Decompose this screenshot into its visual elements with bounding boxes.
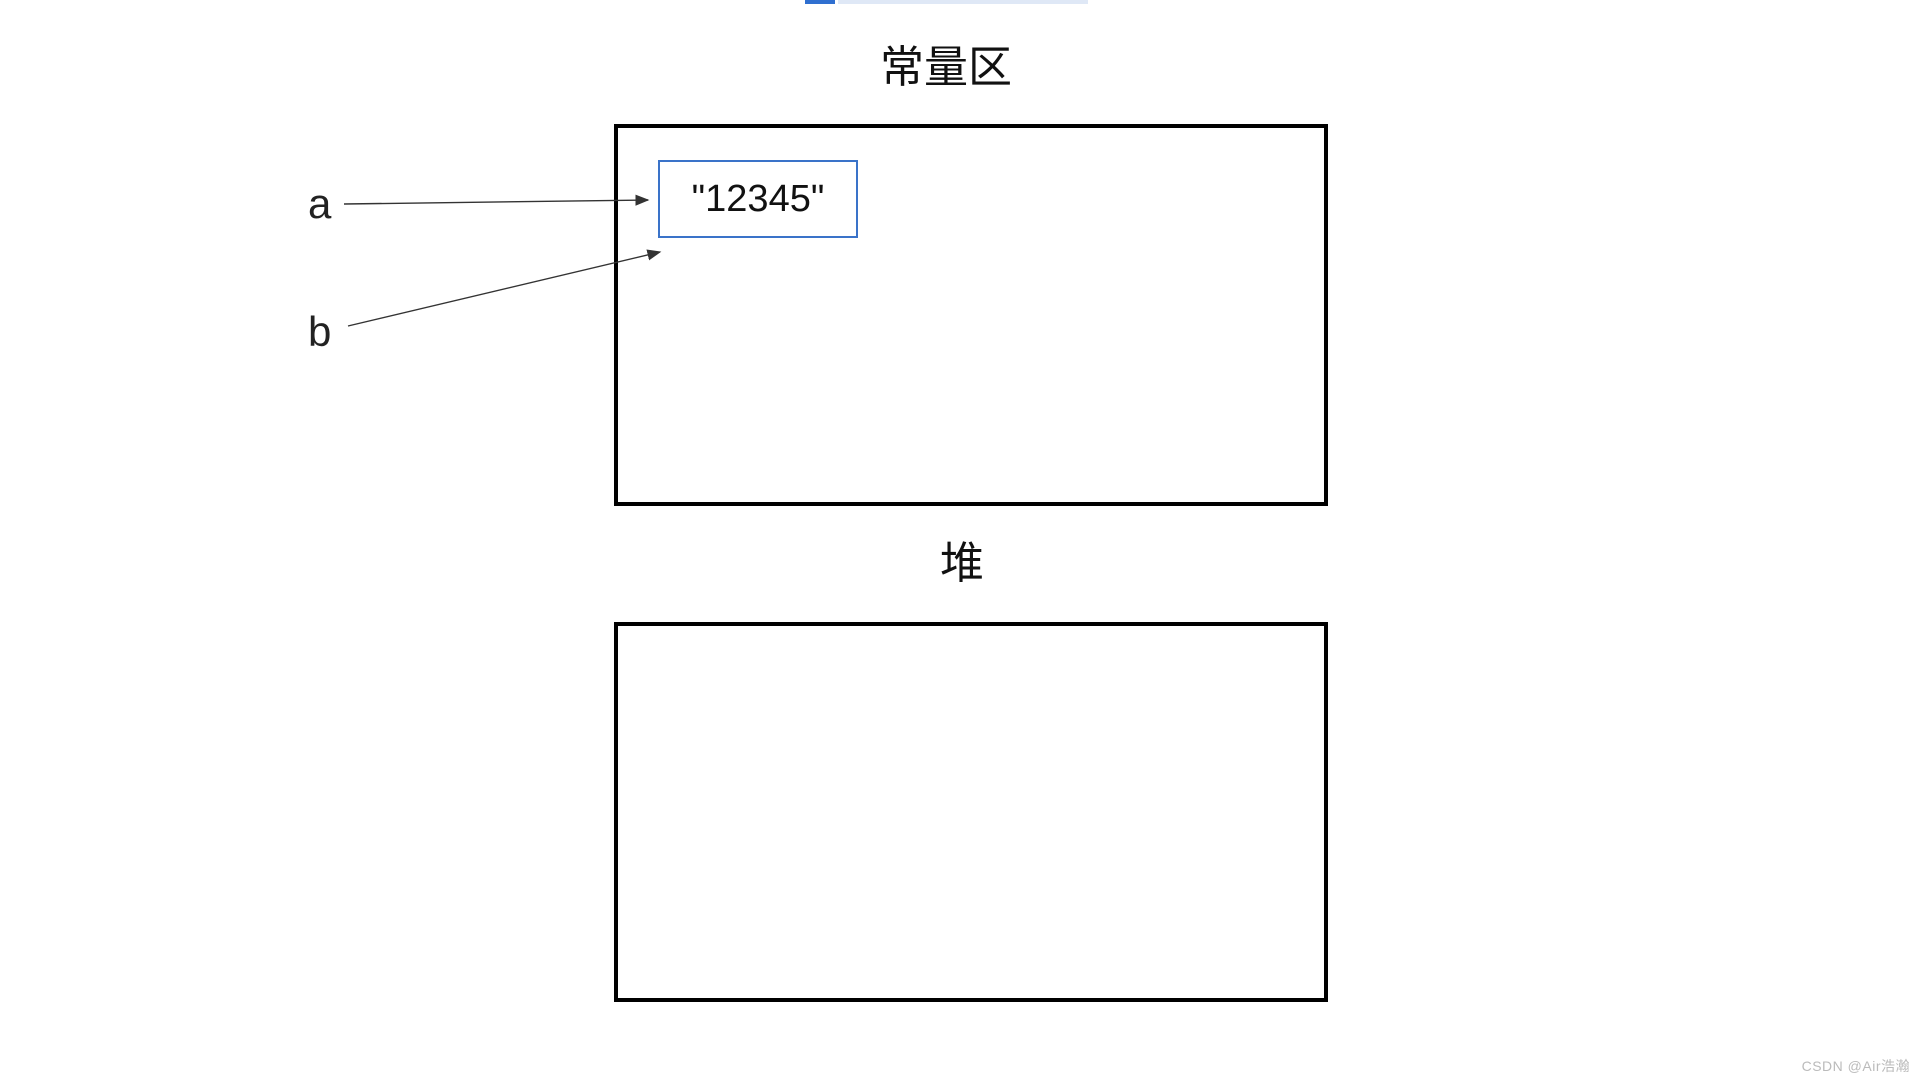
heap-box [614, 622, 1328, 1002]
top-marker-selected [805, 0, 835, 4]
constant-area-title: 常量区 [880, 46, 1012, 90]
heap-title: 堆 [940, 542, 984, 586]
watermark: CSDN @Air浩瀚 [1802, 1056, 1910, 1076]
variable-b-label: b [308, 308, 331, 356]
top-marker-unselected [838, 0, 1088, 4]
arrow-a-to-string [344, 200, 648, 204]
string-literal-value: "12345" [692, 178, 825, 221]
variable-a-label: a [308, 180, 331, 228]
string-literal-box: "12345" [658, 160, 858, 238]
